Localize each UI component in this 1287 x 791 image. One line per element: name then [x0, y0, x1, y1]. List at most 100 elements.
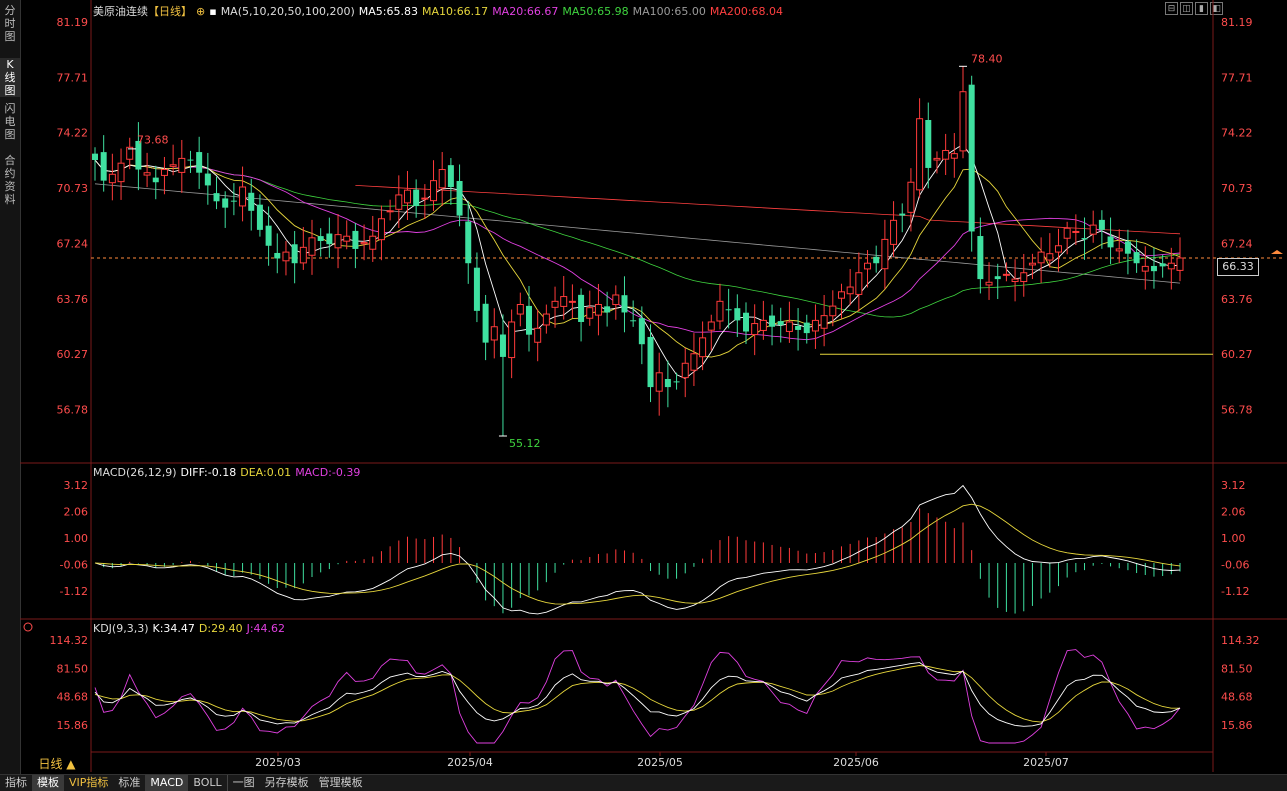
candle-body	[994, 276, 1001, 280]
bottom-tab-1[interactable]: 模板	[32, 775, 64, 791]
candle-body	[803, 322, 810, 334]
candle-body	[465, 221, 472, 264]
kdj-d-line	[94, 665, 1180, 723]
candle-body	[169, 164, 177, 167]
candle-body	[196, 152, 203, 173]
kdj-settings-icon	[23, 622, 33, 632]
candle-body	[482, 303, 489, 343]
candle-body	[317, 236, 324, 241]
candle-body	[890, 219, 898, 245]
ma200-line	[355, 185, 1181, 235]
candle-body	[1089, 224, 1097, 235]
macd-tick-left-1: 2.06	[64, 506, 89, 519]
candle-body	[837, 291, 845, 299]
candle-body	[542, 313, 550, 326]
candle-body	[673, 381, 680, 383]
candle-body	[1098, 219, 1105, 230]
candle-body	[795, 325, 802, 330]
candle-body	[578, 294, 585, 322]
candle-body	[1063, 227, 1071, 239]
candle-body	[413, 189, 420, 207]
candle-body	[326, 233, 333, 245]
candle-body	[499, 334, 506, 357]
bottom-tab-8[interactable]: 管理模板	[314, 775, 368, 791]
kdj-j-line	[94, 649, 1181, 744]
candle-body	[959, 91, 967, 152]
period-selector[interactable]: 日线 ▲	[22, 755, 92, 773]
price-tick-right-0: 81.19	[1221, 16, 1253, 29]
candle-body	[92, 153, 98, 160]
macd-tick-left-3: -0.06	[60, 559, 88, 572]
candle-body	[1141, 265, 1149, 272]
ma100-line	[94, 183, 1181, 284]
candle-body	[586, 307, 594, 319]
candle-body	[968, 84, 975, 232]
bottom-tab-6[interactable]: 一图	[226, 775, 260, 791]
left-peak-label: 73.68	[137, 133, 169, 146]
candle-body	[213, 193, 220, 202]
macd-tick-left-4: -1.12	[60, 585, 88, 598]
candle-body	[820, 315, 828, 329]
price-tick-left-7: 56.78	[57, 404, 89, 417]
macd-tick-left-2: 1.00	[64, 532, 89, 545]
candle-body	[638, 318, 645, 345]
candle-body	[343, 235, 351, 242]
candle-body	[178, 157, 186, 173]
kdj-tick-left-1: 81.50	[57, 662, 89, 675]
price-tick-right-6: 60.27	[1221, 348, 1253, 361]
candle-body	[664, 379, 671, 388]
bottom-tab-0[interactable]: 指标	[0, 775, 32, 791]
candle-body	[690, 353, 698, 371]
candle-body	[369, 235, 377, 250]
price-arrow-icon	[1271, 249, 1283, 254]
candle-body	[1046, 253, 1054, 261]
bottom-tab-2[interactable]: VIP指标	[64, 775, 113, 791]
price-tick-right-2: 74.22	[1221, 127, 1253, 140]
kdj-tick-right-2: 48.68	[1221, 691, 1253, 704]
candle-body	[751, 323, 759, 336]
candle-body	[1107, 236, 1114, 248]
bottom-tab-4[interactable]: MACD	[145, 775, 189, 791]
candle-body	[560, 296, 568, 307]
candle-body	[1002, 273, 1010, 276]
ma50-line	[94, 159, 1181, 318]
macd-diff-line	[94, 484, 1181, 615]
macd-tick-right-4: -1.12	[1221, 585, 1249, 598]
candle-body	[1020, 272, 1028, 283]
candle-body	[256, 204, 263, 230]
x-label-2: 2025/05	[637, 756, 683, 769]
candle-body	[811, 319, 819, 332]
x-label-3: 2025/06	[833, 756, 879, 769]
bottom-tab-5[interactable]: BOLL	[188, 775, 226, 791]
candle-body	[239, 186, 247, 207]
candle-body	[725, 309, 732, 311]
candle-body	[187, 159, 194, 161]
price-tick-left-2: 74.22	[57, 127, 89, 140]
candle-body	[899, 213, 906, 216]
candle-body	[1167, 262, 1175, 270]
candle-body	[916, 118, 924, 191]
candle-body	[907, 181, 915, 213]
kdj-tick-right-1: 81.50	[1221, 662, 1253, 675]
candle-body	[647, 336, 654, 388]
candle-body	[447, 165, 454, 187]
candle-body	[1028, 262, 1036, 266]
candle-body	[621, 295, 628, 313]
candle-body	[612, 294, 620, 306]
price-chart[interactable]: 81.19 81.19 77.71 77.71 74.22 74.22 70.73 70.73…	[0, 0, 1287, 790]
candle-body	[386, 210, 394, 213]
candle-body	[1081, 238, 1088, 240]
candle-body	[430, 180, 438, 202]
price-tick-left-5: 63.76	[57, 293, 89, 306]
candle-body	[1115, 248, 1123, 252]
candle-body	[473, 267, 480, 311]
candle-body	[1150, 265, 1157, 272]
candle-body	[490, 326, 498, 341]
bottom-tab-3[interactable]: 标准	[113, 775, 145, 791]
candle-body	[360, 242, 368, 245]
candle-body	[508, 321, 516, 359]
candle-body	[291, 244, 298, 264]
candle-body	[942, 149, 950, 160]
bottom-tab-7[interactable]: 另存模板	[260, 775, 314, 791]
candle-body	[299, 246, 307, 264]
